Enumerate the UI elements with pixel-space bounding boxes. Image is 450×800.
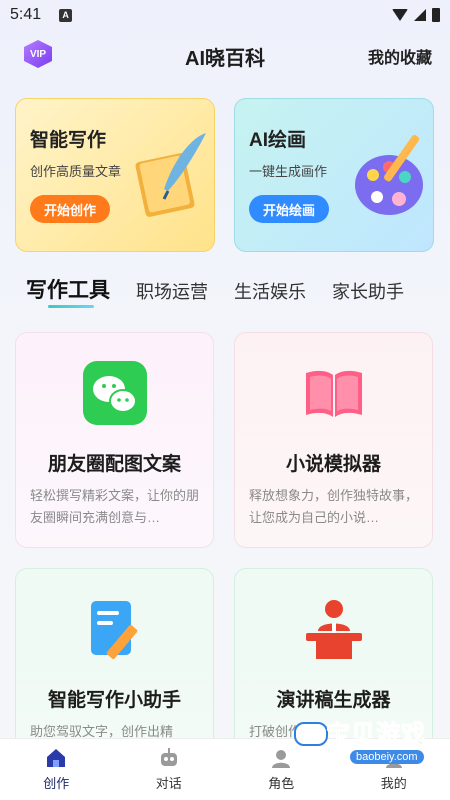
wechat-icon — [83, 361, 147, 425]
watermark-text: 宝贝游戏网 — [326, 721, 426, 784]
tool-description: 轻松撰写精彩文案，让你的朋友圈瞬间充满创意与… — [30, 488, 199, 525]
gamepad-icon — [294, 722, 328, 746]
status-icons — [392, 8, 440, 22]
status-bar: 5:41 A — [0, 0, 450, 30]
speaker-podium-icon — [306, 600, 362, 659]
tab-parent-helper[interactable]: 家长助手 — [332, 278, 404, 304]
feature-subtitle: 创作高质量文章 — [30, 164, 122, 179]
notepad-pen-icon — [91, 601, 138, 659]
home-icon — [47, 749, 66, 767]
tab-writing-tools[interactable]: 写作工具 — [26, 274, 110, 308]
tool-title: 小说模拟器 — [285, 454, 381, 475]
nav-label: 创作 — [43, 776, 70, 791]
palette-icon — [355, 134, 423, 215]
feature-subtitle: 一键生成画作 — [249, 164, 328, 179]
tool-card-moments-caption[interactable]: 朋友圈配图文案 轻松撰写精彩文案，让你的朋友圈瞬间充满创意与… — [15, 332, 214, 548]
robot-icon — [160, 748, 177, 766]
notification-a-icon: A — [59, 8, 73, 22]
wifi-icon — [392, 9, 408, 21]
watermark: 宝贝游戏网 baobeiy.com — [294, 710, 444, 784]
scroll-quill-icon — [135, 133, 206, 217]
tool-description: 释放想象力，创作独特故事，让您成为自己的小说… — [249, 488, 418, 525]
start-writing-button[interactable]: 开始创作 — [30, 195, 111, 223]
watermark-url: baobeiy.com — [350, 750, 424, 764]
category-tabs: 写作工具 职场运营 生活娱乐 家长助手 — [26, 272, 436, 308]
nav-label: 对话 — [155, 776, 182, 791]
signal-icon — [414, 9, 426, 21]
feature-card-writing[interactable]: 智能写作 创作高质量文章 开始创作 — [15, 98, 215, 252]
feature-title: AI绘画 — [249, 130, 307, 151]
nav-create[interactable]: 创作 — [0, 739, 113, 800]
app-header: VIP AI晓百科 我的收藏 — [0, 36, 450, 76]
start-drawing-button[interactable]: 开始绘画 — [249, 195, 330, 223]
nav-chat[interactable]: 对话 — [113, 739, 226, 800]
tool-title: 演讲稿生成器 — [276, 690, 391, 711]
feature-card-drawing[interactable]: AI绘画 一键生成画作 开始绘画 — [234, 98, 434, 252]
role-icon — [272, 750, 291, 768]
status-time: 5:41 — [10, 6, 42, 23]
book-icon — [306, 370, 362, 417]
feature-title: 智能写作 — [30, 130, 107, 151]
battery-icon — [432, 8, 440, 22]
tab-life-entertainment[interactable]: 生活娱乐 — [234, 278, 306, 304]
favorites-link[interactable]: 我的收藏 — [368, 44, 432, 68]
tool-title: 智能写作小助手 — [47, 690, 181, 711]
tool-title: 朋友圈配图文案 — [47, 454, 181, 475]
tab-workplace[interactable]: 职场运营 — [136, 278, 208, 304]
nav-label: 角色 — [268, 776, 295, 791]
tool-card-novel-simulator[interactable]: 小说模拟器 释放想象力，创作独特故事，让您成为自己的小说… — [234, 332, 433, 548]
